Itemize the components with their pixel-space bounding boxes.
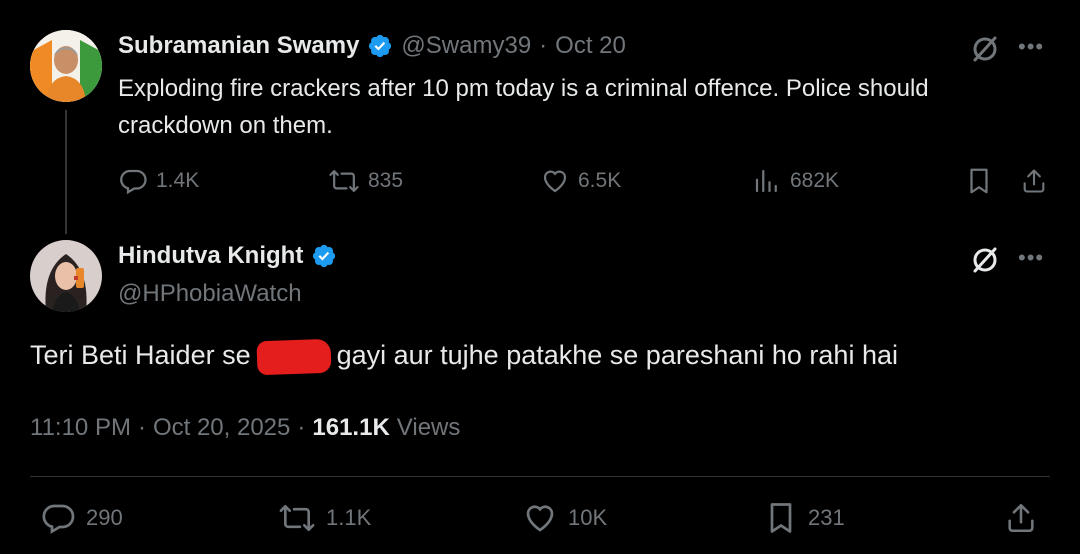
reply-button[interactable]: 1.4K xyxy=(118,166,199,196)
reply-button[interactable]: 290 xyxy=(40,500,123,536)
tweet-text-before: Teri Beti Haider se xyxy=(30,340,251,371)
views-icon xyxy=(755,169,777,193)
separator-dot: · xyxy=(297,414,306,441)
verified-badge-icon xyxy=(311,243,337,269)
views-label: Views xyxy=(396,414,461,441)
reply-icon xyxy=(120,169,147,195)
like-count: 6.5K xyxy=(578,169,622,192)
main-tweet-header: Hindutva Knight xyxy=(118,242,337,270)
share-icon xyxy=(1023,169,1045,193)
repost-icon xyxy=(329,170,359,192)
like-count: 10K xyxy=(568,505,608,530)
reply-icon xyxy=(42,504,75,534)
main-tweet-text: Teri Beti Haider se gayi aur tujhe patakh… xyxy=(30,338,898,376)
more-options-icon[interactable]: ••• xyxy=(1018,245,1044,271)
bookmark-count: 231 xyxy=(808,505,845,530)
grok-icon[interactable] xyxy=(970,245,1000,280)
author-handle[interactable]: @HPhobiaWatch xyxy=(118,280,302,308)
more-options-icon[interactable]: ••• xyxy=(1018,34,1044,60)
verified-badge-icon xyxy=(367,33,393,59)
redaction-mark xyxy=(256,338,332,376)
views-count: 161.1K xyxy=(312,414,390,441)
separator-dot: · xyxy=(539,32,548,59)
divider xyxy=(30,476,1050,477)
like-button[interactable]: 10K xyxy=(522,500,607,536)
avatar-hindutva-knight[interactable] xyxy=(30,240,102,312)
views-button[interactable]: 682K xyxy=(752,166,839,196)
like-button[interactable]: 6.5K xyxy=(540,166,621,196)
repost-count: 835 xyxy=(368,169,404,192)
repost-button[interactable]: 1.1K xyxy=(278,500,371,536)
share-icon xyxy=(1008,503,1034,533)
quoted-tweet-header: Subramanian Swamy @Swamy39 · Oct 20 xyxy=(118,32,626,60)
tweet-date[interactable]: Oct 20 xyxy=(555,32,626,60)
author-name[interactable]: Subramanian Swamy xyxy=(118,32,359,60)
bookmark-icon xyxy=(970,168,988,194)
bookmark-icon xyxy=(770,503,792,533)
tweet-time[interactable]: 11:10 PM xyxy=(30,414,131,442)
tweet-text: Exploding fire crackers after 10 pm toda… xyxy=(118,75,929,139)
tweet-meta: 11:10 PM · Oct 20, 2025 · 161.1K Views xyxy=(30,414,460,442)
repost-icon xyxy=(279,504,315,532)
repost-button[interactable]: 835 xyxy=(328,166,403,196)
tweet-text-after: gayi aur tujhe patakhe se pareshani ho r… xyxy=(336,340,898,371)
bookmark-button[interactable]: 231 xyxy=(764,500,845,536)
reply-count: 1.4K xyxy=(156,169,200,192)
avatar-subramanian-swamy[interactable] xyxy=(30,30,102,102)
share-button[interactable] xyxy=(1004,500,1038,541)
tweet-date[interactable]: Oct 20, 2025 xyxy=(153,414,290,442)
thread-connector-line xyxy=(65,110,67,234)
bookmark-button[interactable] xyxy=(965,166,993,201)
views-count: 682K xyxy=(790,169,840,192)
reply-count: 290 xyxy=(86,505,123,530)
author-handle[interactable]: @Swamy39 xyxy=(401,32,531,60)
author-name[interactable]: Hindutva Knight xyxy=(118,242,303,270)
heart-icon xyxy=(543,170,567,193)
repost-count: 1.1K xyxy=(326,505,372,530)
share-button[interactable] xyxy=(1020,166,1048,201)
separator-dot: · xyxy=(137,414,146,441)
grok-icon[interactable] xyxy=(970,34,1000,69)
heart-icon xyxy=(526,505,554,532)
